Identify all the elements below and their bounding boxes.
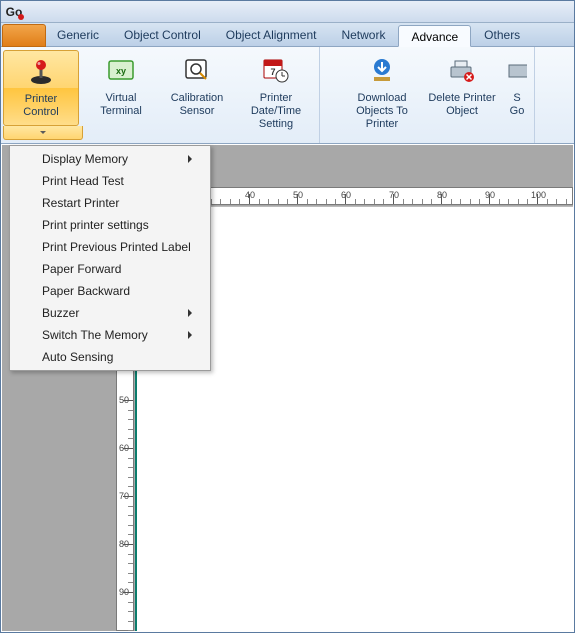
app-logo-dot-icon bbox=[18, 14, 24, 20]
printer-delete-icon bbox=[445, 54, 479, 88]
menu-item-label: Restart Printer bbox=[42, 196, 119, 210]
tab-others[interactable]: Others bbox=[472, 24, 532, 46]
calibration-sensor-label: Calibration Sensor bbox=[161, 92, 233, 118]
tab-object-alignment[interactable]: Object Alignment bbox=[214, 24, 329, 46]
svg-text:xy: xy bbox=[116, 66, 126, 76]
menu-paper-backward[interactable]: Paper Backward bbox=[10, 280, 210, 302]
tab-label: Network bbox=[341, 28, 385, 42]
app-logo: Go bbox=[5, 3, 23, 21]
titlebar: Go bbox=[1, 1, 574, 23]
download-objects-label: Download Objects To Printer bbox=[344, 92, 420, 131]
terminal-icon: xy bbox=[104, 54, 138, 88]
download-icon bbox=[365, 54, 399, 88]
menu-print-previous-label[interactable]: Print Previous Printed Label bbox=[10, 236, 210, 258]
calibration-sensor-button[interactable]: Calibration Sensor bbox=[159, 50, 235, 140]
partial-icon bbox=[502, 54, 532, 88]
menu-restart-printer[interactable]: Restart Printer bbox=[10, 192, 210, 214]
submenu-arrow-icon bbox=[188, 331, 192, 339]
chevron-down-icon bbox=[40, 131, 46, 134]
printer-datetime-label: Printer Date/Time Setting bbox=[237, 92, 315, 131]
ribbon: Printer Control xy Virtual Terminal bbox=[1, 47, 574, 144]
tab-network[interactable]: Network bbox=[329, 24, 397, 46]
tab-label: Advance bbox=[411, 30, 458, 44]
menu-item-label: Print Previous Printed Label bbox=[42, 240, 191, 254]
tab-advance[interactable]: Advance bbox=[398, 25, 471, 47]
menu-item-label: Auto Sensing bbox=[42, 350, 113, 364]
menu-item-label: Switch The Memory bbox=[42, 328, 148, 342]
menu-paper-forward[interactable]: Paper Forward bbox=[10, 258, 210, 280]
printer-control-button[interactable]: Printer Control bbox=[3, 50, 79, 126]
submenu-arrow-icon bbox=[188, 309, 192, 317]
tab-label: Object Control bbox=[124, 28, 201, 42]
delete-printer-object-button[interactable]: Delete Printer Object bbox=[422, 50, 502, 140]
printer-datetime-button[interactable]: 7 Printer Date/Time Setting bbox=[235, 50, 317, 140]
menu-buzzer[interactable]: Buzzer bbox=[10, 302, 210, 324]
tab-generic[interactable]: Generic bbox=[45, 24, 111, 46]
menu-auto-sensing[interactable]: Auto Sensing bbox=[10, 346, 210, 368]
printer-control-dropdown[interactable] bbox=[3, 126, 83, 140]
printer-control-menu: Display Memory Print Head Test Restart P… bbox=[9, 145, 211, 371]
tab-label: Generic bbox=[57, 28, 99, 42]
partial-label-go: Go bbox=[510, 105, 525, 118]
menu-display-memory[interactable]: Display Memory bbox=[10, 148, 210, 170]
virtual-terminal-label: Virtual Terminal bbox=[85, 92, 157, 118]
menu-item-label: Paper Backward bbox=[42, 284, 130, 298]
download-objects-button[interactable]: Download Objects To Printer bbox=[342, 50, 422, 140]
svg-text:7: 7 bbox=[270, 67, 275, 77]
app-window: Go Generic Object Control Object Alignme… bbox=[0, 0, 575, 633]
sensor-icon bbox=[180, 54, 214, 88]
tab-label: Object Alignment bbox=[226, 28, 317, 42]
menu-item-label: Paper Forward bbox=[42, 262, 121, 276]
tab-object-control[interactable]: Object Control bbox=[112, 24, 213, 46]
calendar-clock-icon: 7 bbox=[259, 54, 293, 88]
menu-item-label: Display Memory bbox=[42, 152, 128, 166]
tabstrip: Generic Object Control Object Alignment … bbox=[1, 23, 574, 47]
menu-item-label: Buzzer bbox=[42, 306, 79, 320]
ribbon-group-2: Download Objects To Printer Delete Print… bbox=[340, 47, 535, 143]
menu-print-head-test[interactable]: Print Head Test bbox=[10, 170, 210, 192]
menu-item-label: Print printer settings bbox=[42, 218, 149, 232]
partial-button[interactable]: S Go bbox=[502, 50, 532, 140]
joystick-icon bbox=[24, 55, 58, 89]
virtual-terminal-button[interactable]: xy Virtual Terminal bbox=[83, 50, 159, 140]
printer-control-label: Printer Control bbox=[6, 93, 76, 119]
delete-printer-object-label: Delete Printer Object bbox=[424, 92, 500, 118]
partial-label-s: S bbox=[513, 92, 520, 105]
menu-print-printer-settings[interactable]: Print printer settings bbox=[10, 214, 210, 236]
ribbon-group-1: Printer Control xy Virtual Terminal bbox=[1, 47, 320, 143]
file-tab[interactable] bbox=[2, 24, 46, 47]
menu-item-label: Print Head Test bbox=[42, 174, 124, 188]
tab-label: Others bbox=[484, 28, 520, 42]
submenu-arrow-icon bbox=[188, 155, 192, 163]
menu-switch-memory[interactable]: Switch The Memory bbox=[10, 324, 210, 346]
